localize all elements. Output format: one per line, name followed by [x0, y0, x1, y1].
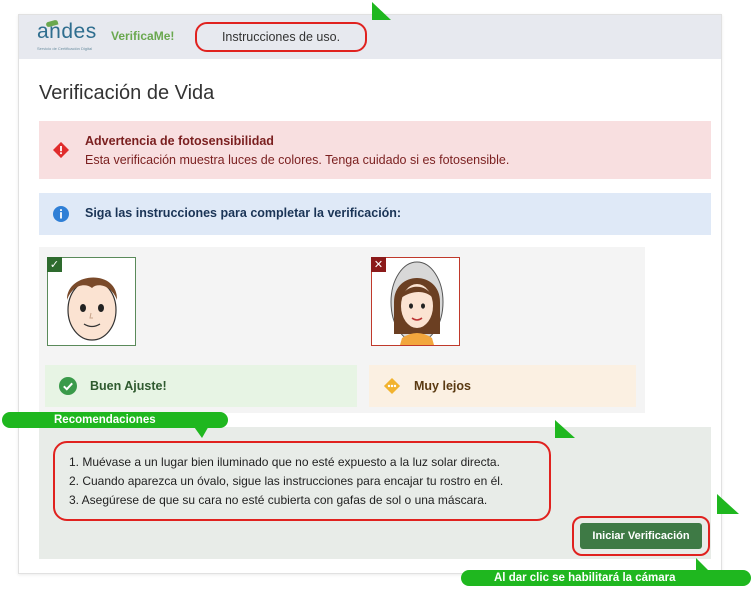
too-far-status: Muy lejos — [369, 365, 636, 407]
female-face-illustration — [390, 261, 444, 345]
pointer-arrow-icon — [192, 424, 210, 438]
male-face-illustration — [66, 277, 118, 341]
good-fit-example: ✓ — [47, 257, 136, 346]
warning-dots-icon — [383, 377, 401, 395]
instructions-link[interactable]: Instrucciones de uso. — [195, 22, 367, 52]
instructions-info: Siga las instrucciones para completar la… — [39, 193, 711, 235]
good-fit-status: Buen Ajuste! — [45, 365, 357, 407]
info-text: Siga las instrucciones para completar la… — [85, 206, 402, 220]
warning-heading: Advertencia de fotosensibilidad — [85, 134, 274, 148]
logo-text: andes — [37, 20, 97, 43]
start-verification-button[interactable]: Iniciar Verificación — [580, 523, 702, 549]
verification-card: andes Servicio de Certificación Digital … — [18, 14, 722, 574]
camera-note-callout: Al dar clic se habilitará la cámara — [461, 570, 751, 586]
page-title: Verificación de Vida — [39, 82, 215, 104]
warning-text: Esta verificación muestra luces de color… — [85, 153, 510, 167]
start-button-highlight: Iniciar Verificación — [572, 516, 710, 556]
check-circle-icon — [59, 377, 77, 395]
too-far-example: ✕ — [371, 257, 460, 346]
app-name[interactable]: VerificaMe! — [111, 29, 174, 43]
good-fit-label: Buen Ajuste! — [90, 379, 167, 393]
warning-diamond-icon — [53, 142, 69, 158]
recommendations-list: 1. Muévase a un lugar bien iluminado que… — [53, 441, 551, 521]
list-item: 2. Cuando aparezca un óvalo, sigue las i… — [69, 474, 504, 488]
pointer-arrow-icon — [717, 494, 739, 514]
list-item: 1. Muévase a un lugar bien iluminado que… — [69, 455, 500, 469]
photosensitivity-warning: Advertencia de fotosensibilidad Esta ver… — [39, 121, 711, 179]
andes-logo[interactable]: andes Servicio de Certificación Digital — [37, 19, 101, 52]
too-far-label: Muy lejos — [414, 379, 471, 393]
info-icon — [53, 206, 69, 222]
pointer-arrow-icon — [555, 420, 575, 438]
pointer-arrow-icon — [696, 558, 708, 570]
list-item: 3. Asegúrese de que su cara no esté cubi… — [69, 493, 488, 507]
pointer-arrow-icon — [372, 2, 391, 20]
logo-subtext: Servicio de Certificación Digital — [37, 46, 93, 51]
